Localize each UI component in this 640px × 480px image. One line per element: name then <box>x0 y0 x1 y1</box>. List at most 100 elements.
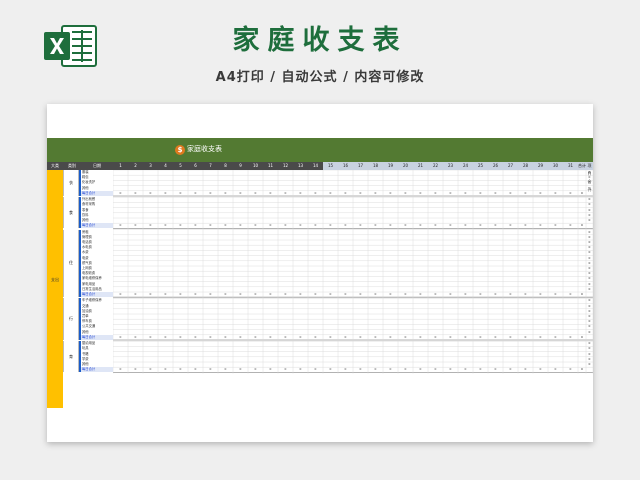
daily-total-cell: 0 <box>374 334 377 339</box>
daily-total-cell: 0 <box>464 223 467 228</box>
daily-total-cell: 0 <box>554 223 557 228</box>
daily-total-cell: 0 <box>404 190 407 195</box>
daily-total-cell: 0 <box>374 367 377 372</box>
daily-total-cell: 0 <box>359 367 362 372</box>
daily-total-cell: 0 <box>284 223 287 228</box>
daily-total-cell: 0 <box>299 223 302 228</box>
daily-total-cell: 0 <box>539 292 542 296</box>
daily-total-cell: 0 <box>359 334 362 339</box>
daily-total-cell: 0 <box>569 292 572 296</box>
daily-total-cell: 0 <box>524 190 527 195</box>
daily-total-cell: 0 <box>359 292 362 296</box>
daily-total-cell: 0 <box>209 334 212 339</box>
daily-total-cell: 0 <box>239 190 242 195</box>
daily-total-cell: 0 <box>269 292 272 296</box>
daily-total-cell: 0 <box>269 223 272 228</box>
header-day-13: 13 <box>297 163 304 168</box>
daily-total-cell: 0 <box>329 367 332 372</box>
header-day-25: 25 <box>473 162 488 170</box>
header-day-3: 3 <box>149 163 152 168</box>
daily-total-cell: 0 <box>134 223 137 228</box>
daily-total-cell: 0 <box>314 334 317 339</box>
daily-total-label: 每日合计 <box>81 223 113 229</box>
daily-total-cell: 0 <box>419 334 422 339</box>
daily-total-cell: 0 <box>224 292 227 296</box>
header-day-12: 12 <box>282 163 289 168</box>
daily-total-cell: 0 <box>314 367 317 372</box>
daily-total-cell: 0 <box>194 223 197 228</box>
daily-total-cell: 0 <box>224 190 227 195</box>
daily-total-cell: 0 <box>194 367 197 372</box>
daily-total-cell: 0 <box>224 334 227 339</box>
daily-total-cell: 0 <box>119 367 122 372</box>
header-day-16: 16 <box>338 162 353 170</box>
daily-total-cell: 0 <box>524 223 527 228</box>
daily-total-cell: 0 <box>479 292 482 296</box>
daily-total-cell: 0 <box>344 334 347 339</box>
daily-total-cell: 0 <box>524 367 527 372</box>
category-cell: 衣 <box>63 170 79 196</box>
daily-total-cell: 0 <box>254 334 257 339</box>
coin-icon: $ <box>175 145 185 155</box>
daily-total-cell: 0 <box>554 292 557 296</box>
category-label: 食 <box>69 209 73 215</box>
daily-total-cell: 0 <box>539 190 542 195</box>
daily-total-cell: 0 <box>419 292 422 296</box>
category-label: 行 <box>69 316 73 322</box>
header-day-14: 14 <box>312 163 319 168</box>
daily-total-cell: 0 <box>389 223 392 228</box>
daily-total-cell: 0 <box>254 190 257 195</box>
major-category-column: 支出 <box>47 170 63 408</box>
header-day-5: 5 <box>179 163 182 168</box>
category-label: 育 <box>69 353 73 359</box>
daily-total-cell: 0 <box>509 367 512 372</box>
daily-total-cell: 0 <box>479 223 482 228</box>
daily-total-cell: 0 <box>449 292 452 296</box>
daily-total-cell: 0 <box>449 367 452 372</box>
daily-total-cell: 0 <box>494 190 497 195</box>
daily-total-cell: 0 <box>239 334 242 339</box>
daily-total-cell: 0 <box>554 367 557 372</box>
daily-total-cell: 0 <box>494 334 497 339</box>
daily-total-cell: 0 <box>539 334 542 339</box>
daily-total-cell: 0 <box>284 190 287 195</box>
daily-total-cell: 0 <box>119 292 122 296</box>
header-day-28: 28 <box>518 162 533 170</box>
header-day-4: 4 <box>164 163 167 168</box>
daily-total-cell: 0 <box>464 190 467 195</box>
daily-total-cell: 0 <box>164 292 167 296</box>
daily-total-cell: 0 <box>239 223 242 228</box>
header-major-category: 大类 <box>51 163 59 168</box>
daily-total-cell: 0 <box>239 367 242 372</box>
daily-total-cell: 0 <box>494 292 497 296</box>
daily-total-cell: 0 <box>434 292 437 296</box>
daily-total-cell: 0 <box>314 292 317 296</box>
daily-total-cell: 0 <box>464 292 467 296</box>
daily-total-cell: 0 <box>209 367 212 372</box>
daily-total-cell: 0 <box>149 223 152 228</box>
daily-total-cell: 0 <box>539 223 542 228</box>
header-day-23: 23 <box>443 162 458 170</box>
daily-total-cell: 0 <box>509 223 512 228</box>
daily-total-cell: 0 <box>284 367 287 372</box>
page-header: 家庭收支表 A4打印 / 自动公式 / 内容可修改 <box>0 0 640 100</box>
daily-total-cell: 0 <box>119 334 122 339</box>
header-total: 合计 <box>578 162 586 170</box>
daily-total-cell: 0 <box>404 367 407 372</box>
header-day-29: 29 <box>533 162 548 170</box>
daily-total-cell: 0 <box>344 223 347 228</box>
daily-total-cell: 0 <box>209 223 212 228</box>
daily-total-cell: 0 <box>329 223 332 228</box>
daily-total-cell: 0 <box>119 223 122 228</box>
daily-total-cell: 0 <box>479 334 482 339</box>
sheet-banner-title: 家庭收支表 <box>187 145 222 153</box>
header-day-6: 6 <box>194 163 197 168</box>
category-cell: 食 <box>63 197 79 229</box>
header-day-10: 10 <box>252 163 259 168</box>
daily-total-cell: 0 <box>434 334 437 339</box>
daily-total-cell: 0 <box>164 223 167 228</box>
daily-total-cell: 0 <box>179 292 182 296</box>
daily-total-cell: 0 <box>434 223 437 228</box>
daily-total-cell: 0 <box>299 367 302 372</box>
daily-total-cell: 0 <box>254 292 257 296</box>
